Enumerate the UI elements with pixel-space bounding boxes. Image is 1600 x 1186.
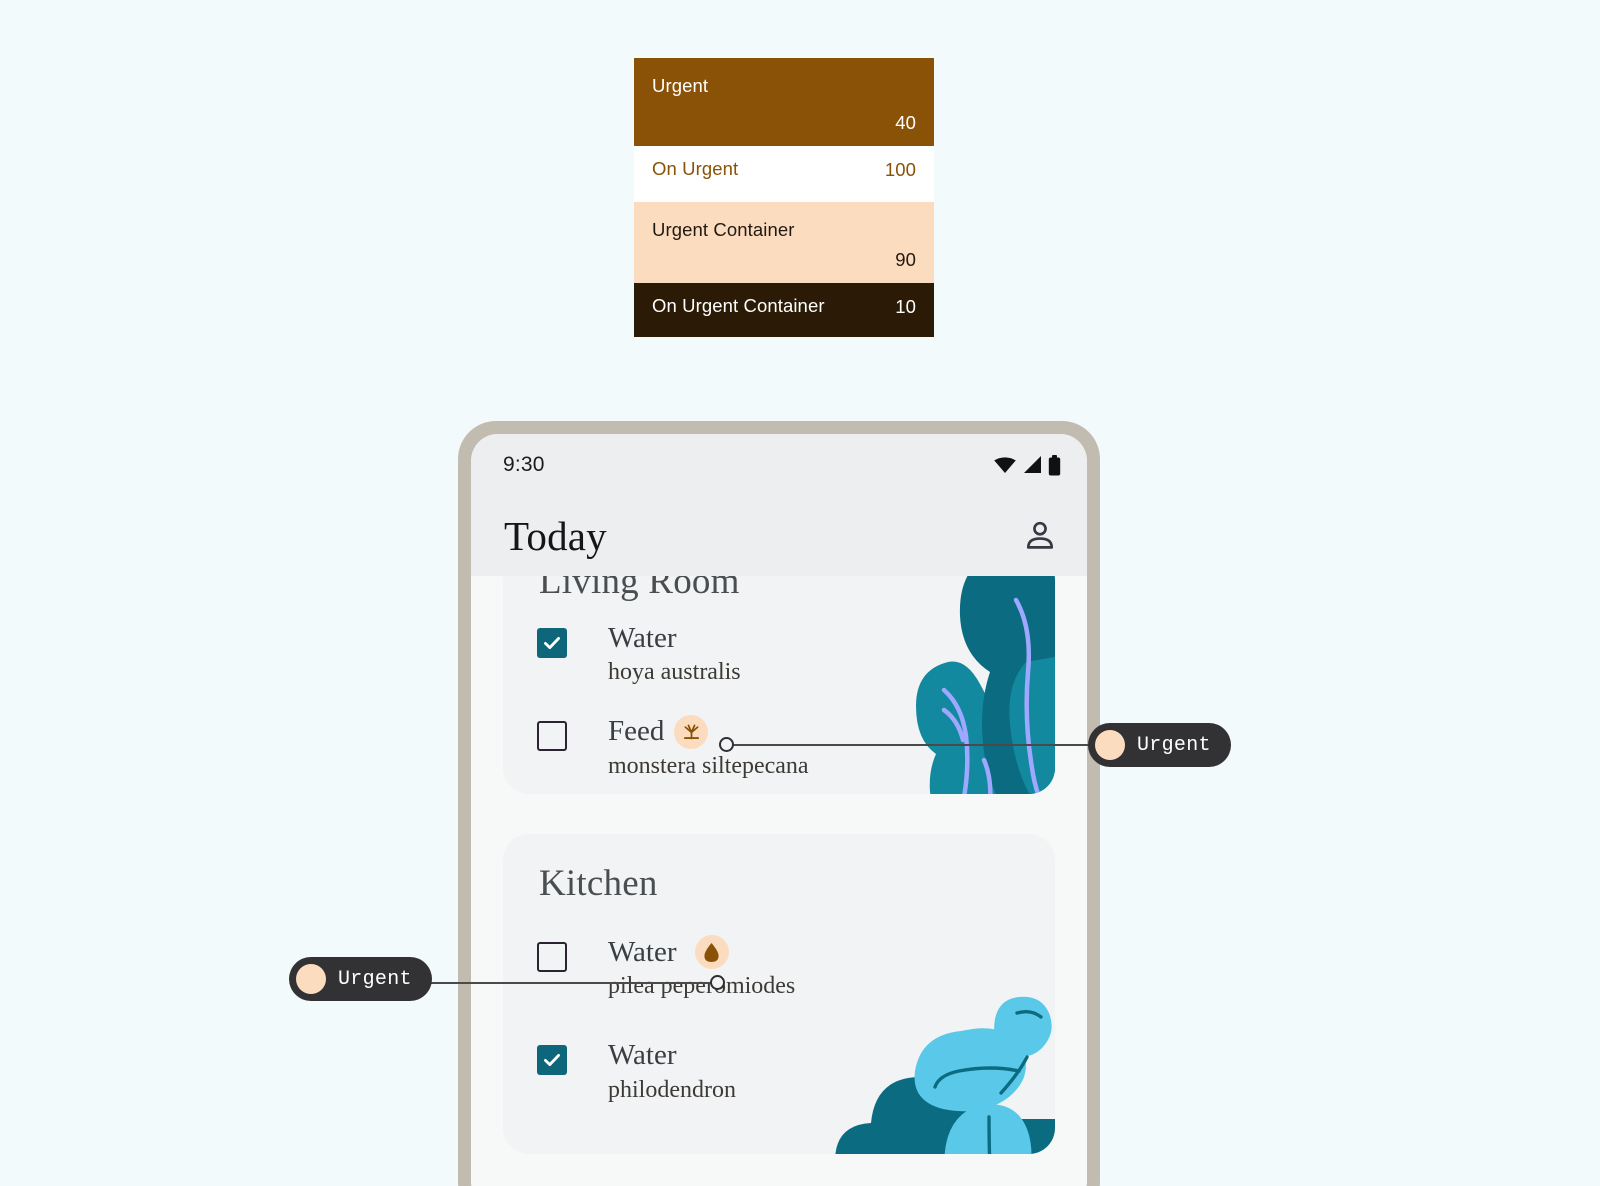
task-text: Water philodendron	[608, 1038, 736, 1105]
task-list: Water hoya australis Feed monstera silte…	[503, 603, 1055, 782]
task-subtitle: philodendron	[608, 1076, 736, 1103]
task-title-row: Water	[608, 935, 795, 970]
phone-mockup: 9:30 Today Living Room Water hoya austra…	[458, 421, 1100, 1186]
checkbox-unchecked[interactable]	[537, 942, 567, 972]
status-time: 9:30	[503, 453, 545, 476]
callout-anchor-ring	[719, 737, 734, 752]
card-title: Living Room	[539, 576, 740, 602]
swatch-value: 100	[884, 159, 916, 180]
task-title-row: Water	[608, 621, 741, 655]
app-bar: Today	[471, 496, 1087, 576]
task-title: Water	[608, 936, 677, 968]
wifi-icon	[994, 457, 1016, 473]
task-title: Water	[608, 1039, 677, 1072]
task-subtitle: monstera siltepecana	[608, 752, 809, 779]
callout-anchor-ring	[710, 975, 725, 990]
task-text: Feed monstera siltepecana	[608, 714, 809, 781]
page-title: Today	[504, 513, 607, 559]
person-icon-glyph	[1026, 521, 1054, 549]
status-bar: 9:30	[471, 434, 1087, 496]
swatch-row-on-urgent-container: On Urgent Container 10	[634, 283, 934, 337]
cellular-signal-icon	[1024, 456, 1041, 473]
swatch-label: Urgent	[652, 75, 709, 96]
swatch-value: 90	[895, 249, 916, 270]
swatch-value: 10	[895, 296, 916, 317]
task-row[interactable]: Water hoya australis	[537, 621, 1055, 688]
swatch-label: Urgent Container	[652, 219, 795, 240]
kitchen-card[interactable]: Kitchen Water pilea peperomiodes Water p…	[503, 834, 1055, 1154]
living-room-card[interactable]: Living Room Water hoya australis Feed mo…	[503, 576, 1055, 794]
task-title: Feed	[608, 715, 665, 748]
task-title-row: Water	[608, 1038, 736, 1072]
callout-urgent-feed[interactable]: Urgent	[1088, 723, 1231, 767]
callout-leader-line	[420, 982, 716, 984]
task-subtitle: hoya australis	[608, 659, 741, 686]
check-icon	[544, 637, 560, 649]
sprout-icon-glyph	[683, 724, 699, 740]
card-title: Kitchen	[539, 863, 658, 904]
task-text: Water pilea peperomiodes	[608, 935, 795, 1002]
status-icons	[993, 454, 1061, 476]
checkbox-checked[interactable]	[537, 1045, 567, 1076]
swatch-row-urgent-container: Urgent Container 90	[634, 202, 934, 283]
check-icon	[544, 1054, 560, 1067]
swatch-row-urgent: Urgent 40	[634, 58, 934, 146]
water-drop-icon[interactable]	[694, 935, 729, 970]
person-icon[interactable]	[1021, 517, 1059, 555]
callout-leader-line	[726, 744, 1100, 746]
phone-screen: 9:30 Today Living Room Water hoya austra…	[471, 434, 1087, 1186]
checkbox-checked[interactable]	[537, 628, 567, 658]
swatch-label: On Urgent	[652, 158, 739, 179]
swatch-label: On Urgent Container	[652, 295, 825, 316]
water-drop-icon-glyph	[704, 942, 719, 962]
swatch-row-on-urgent: On Urgent 100	[634, 146, 934, 202]
task-title: Water	[608, 622, 677, 654]
callout-label: Urgent	[338, 967, 412, 991]
checkbox-unchecked[interactable]	[537, 721, 567, 752]
sprout-icon[interactable]	[674, 714, 709, 749]
task-row[interactable]: Feed monstera siltepecana	[537, 714, 1055, 781]
task-content: Living Room Water hoya australis Feed mo…	[471, 576, 1087, 1186]
callout-label: Urgent	[1137, 733, 1211, 757]
screenshot-stage: Urgent 40 On Urgent 100 Urgent Container…	[0, 0, 1600, 1186]
battery-icon	[1048, 454, 1061, 475]
callout-swatch-dot	[296, 964, 326, 994]
callout-urgent-water[interactable]: Urgent	[289, 957, 432, 1001]
task-list: Water pilea peperomiodes Water philodend…	[503, 905, 1055, 1106]
task-row[interactable]: Water pilea peperomiodes	[537, 935, 1055, 1002]
urgent-color-token-table: Urgent 40 On Urgent 100 Urgent Container…	[634, 58, 934, 337]
task-row[interactable]: Water philodendron	[537, 1038, 1055, 1105]
task-subtitle: pilea peperomiodes	[608, 973, 796, 1000]
swatch-value: 40	[895, 112, 916, 133]
callout-swatch-dot	[1095, 730, 1125, 760]
task-text: Water hoya australis	[608, 621, 741, 688]
